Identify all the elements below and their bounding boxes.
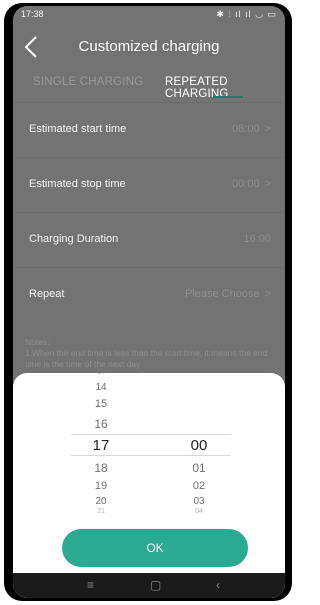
chevron-right-icon: > (264, 123, 271, 135)
hour-option[interactable]: 19 (81, 480, 121, 492)
home-icon[interactable]: ▢ (150, 573, 161, 598)
row-estimated-stop-time[interactable]: Estimated stop time 00:00 > (13, 157, 285, 212)
menu-icon[interactable]: ≡ (87, 573, 94, 598)
row-value: Please Choose > (184, 288, 271, 300)
picker-divider-top (71, 434, 231, 435)
chevron-right-icon: > (264, 178, 271, 190)
status-bar: 17:38 ✱ ⫶ ıl ıl ◡ ▭ (13, 6, 285, 22)
notes: Notes: 1.When the end time is less than … (25, 337, 275, 370)
status-time: 17:38 (21, 9, 44, 19)
row-charging-duration: Charging Duration 16:00 (13, 212, 285, 267)
active-tab-indicator (213, 96, 243, 98)
system-nav-bar: ≡ ▢ ‹ (13, 573, 285, 598)
minute-selected[interactable]: 00 (179, 437, 219, 454)
tab-bar: SINGLE CHARGING REPEATED CHARGING (13, 72, 285, 102)
page-title: Customized charging (78, 38, 220, 55)
hour-option[interactable]: 18 (81, 461, 121, 475)
row-label: Estimated stop time (29, 178, 126, 190)
row-value: 00:00 > (232, 178, 271, 190)
notes-title: Notes: (25, 337, 50, 347)
ok-button[interactable]: OK (62, 529, 248, 567)
tab-single-charging[interactable]: SINGLE CHARGING (33, 76, 143, 88)
minute-option[interactable]: 03 (179, 496, 219, 507)
hour-option[interactable]: 16 (81, 417, 121, 431)
row-label: Repeat (29, 288, 65, 300)
hour-option[interactable]: 14 (81, 369, 121, 376)
row-value: 16:00 (243, 233, 271, 245)
time-picker[interactable]: 14 14 15 16 17 18 19 20 21 00 01 02 03 0… (71, 369, 231, 523)
hour-option[interactable]: 15 (81, 398, 121, 410)
hour-option[interactable]: 14 (81, 382, 121, 393)
screen: 17:38 ✱ ⫶ ıl ıl ◡ ▭ Customized charging … (13, 6, 285, 598)
row-label: Charging Duration (29, 233, 119, 245)
minute-option[interactable]: 02 (179, 480, 219, 492)
minute-option[interactable]: 04 (179, 508, 219, 515)
row-estimated-start-time[interactable]: Estimated start time 08:00 > (13, 102, 285, 157)
phone-frame: 17:38 ✱ ⫶ ıl ıl ◡ ▭ Customized charging … (4, 3, 292, 601)
notes-text: 1.When the end time is less than the sta… (25, 348, 268, 369)
header: Customized charging (13, 28, 285, 68)
back-nav-icon[interactable]: ‹ (216, 573, 220, 598)
minute-option[interactable]: 01 (179, 461, 219, 475)
status-icons: ✱ ⫶ ıl ıl ◡ ▭ (216, 9, 277, 19)
row-label: Estimated start time (29, 123, 127, 135)
hour-selected[interactable]: 17 (81, 437, 121, 454)
row-value: 08:00 > (232, 123, 271, 135)
picker-divider-bottom (71, 455, 231, 456)
time-picker-sheet: 14 14 15 16 17 18 19 20 21 00 01 02 03 0… (13, 369, 285, 598)
hour-option[interactable]: 21 (81, 508, 121, 515)
chevron-right-icon: > (264, 288, 271, 300)
row-repeat[interactable]: Repeat Please Choose > (13, 267, 285, 322)
hour-option[interactable]: 20 (81, 496, 121, 507)
